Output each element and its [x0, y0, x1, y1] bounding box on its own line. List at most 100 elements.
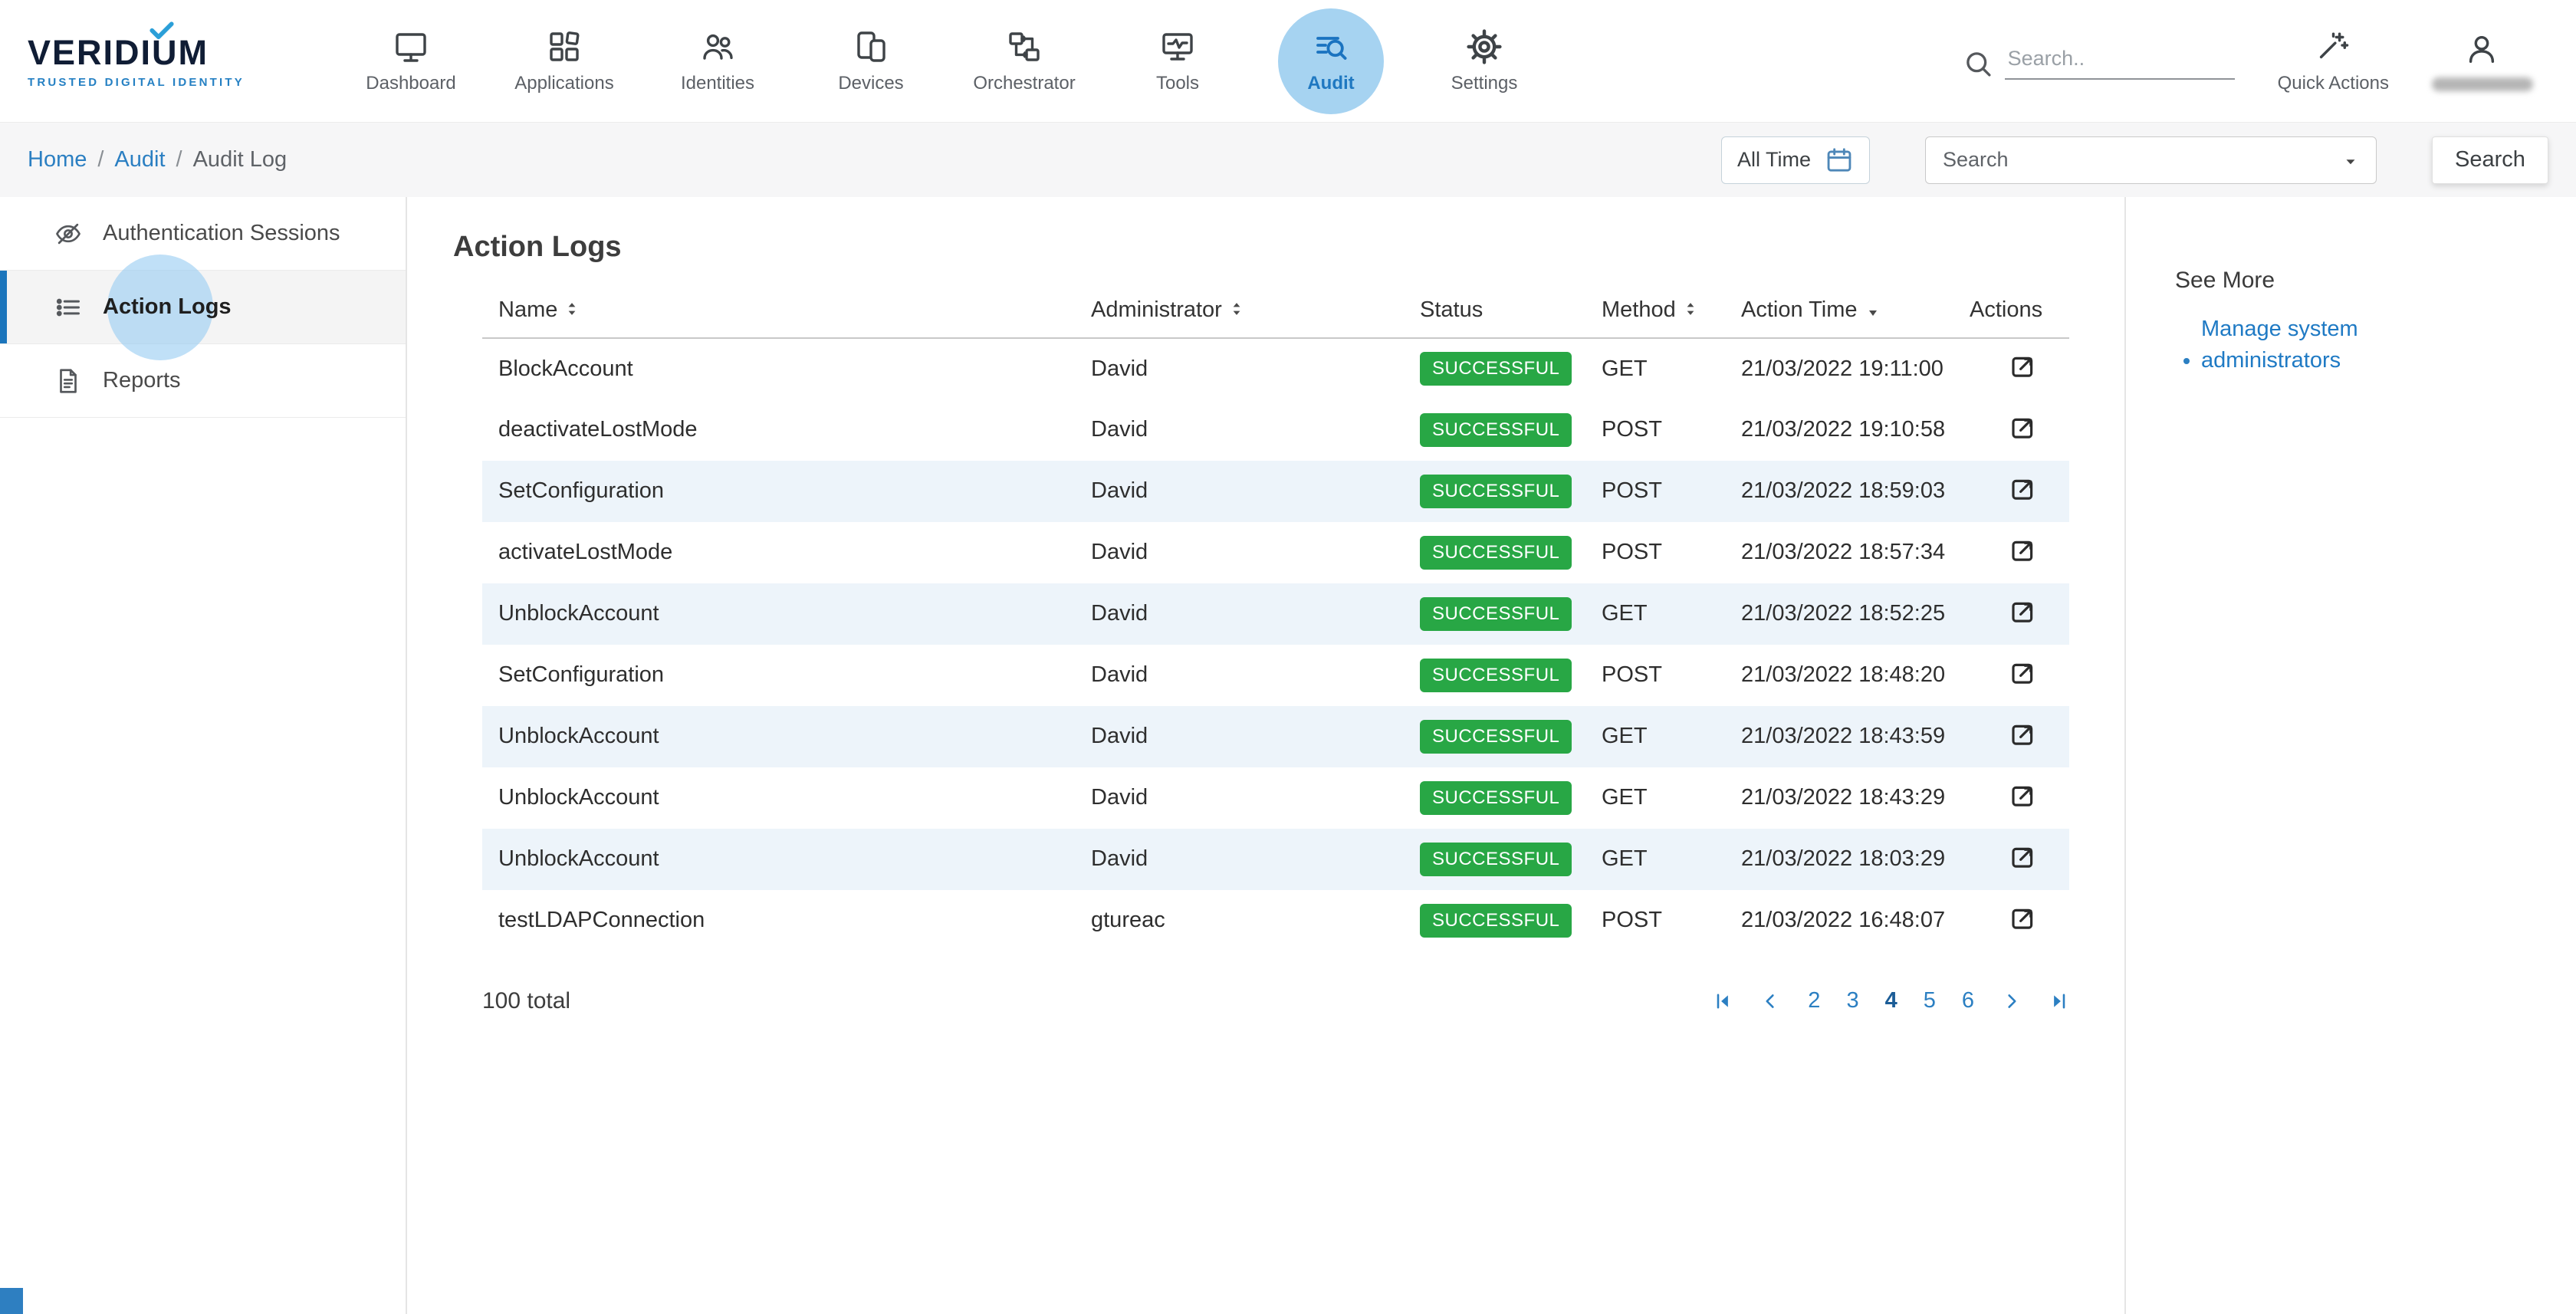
- cell-administrator: David: [1075, 829, 1404, 890]
- open-log-details-icon[interactable]: [2008, 350, 2040, 382]
- cell-status: SUCCESSFUL: [1404, 890, 1585, 951]
- action-logs-table: Name Administrator Status Method Action …: [482, 285, 2069, 951]
- top-right-cluster: Quick Actions: [1962, 28, 2548, 94]
- nav-item-settings[interactable]: Settings: [1408, 0, 1561, 123]
- page-link[interactable]: 2: [1808, 988, 1820, 1013]
- nav-item-audit[interactable]: Audit: [1254, 0, 1408, 123]
- cell-action-time: 21/03/2022 18:48:20: [1725, 645, 1953, 706]
- cell-action-time: 21/03/2022 16:48:07: [1725, 890, 1953, 951]
- open-log-details-icon[interactable]: [2008, 595, 2040, 627]
- status-badge: SUCCESSFUL: [1420, 413, 1572, 447]
- open-log-details-icon[interactable]: [2008, 656, 2040, 688]
- cell-status: SUCCESSFUL: [1404, 645, 1585, 706]
- sort-both-icon: [567, 298, 577, 324]
- cell-action-time: 21/03/2022 19:10:58: [1725, 399, 1953, 461]
- nav-item-dashboard[interactable]: Dashboard: [334, 0, 488, 123]
- nav-item-devices[interactable]: Devices: [794, 0, 948, 123]
- search-icon[interactable]: [1962, 48, 1994, 80]
- breadcrumb-home[interactable]: Home: [28, 147, 87, 172]
- first-page-button[interactable]: [1713, 990, 1734, 1012]
- user-menu[interactable]: [2432, 31, 2533, 91]
- sort-both-icon: [1685, 298, 1696, 324]
- column-header-name[interactable]: Name: [482, 285, 1075, 338]
- page-link-current[interactable]: 4: [1885, 988, 1898, 1013]
- cell-action-time: 21/03/2022 18:52:25: [1725, 583, 1953, 645]
- cell-administrator: gtureac: [1075, 890, 1404, 951]
- status-badge: SUCCESSFUL: [1420, 781, 1572, 815]
- search-button[interactable]: Search: [2432, 136, 2548, 184]
- nav-item-applications[interactable]: Applications: [488, 0, 641, 123]
- global-search-input[interactable]: [2005, 42, 2235, 80]
- sidebar-item-label: Authentication Sessions: [103, 221, 340, 246]
- open-log-details-icon[interactable]: [2008, 411, 2040, 443]
- brand-logo[interactable]: VERIDIUM TRUSTED DIGITAL IDENTITY: [28, 33, 258, 89]
- status-badge: SUCCESSFUL: [1420, 597, 1572, 631]
- sidebar-item-authentication-sessions[interactable]: Authentication Sessions: [0, 197, 406, 271]
- cell-administrator: David: [1075, 399, 1404, 461]
- last-page-button[interactable]: [2048, 990, 2069, 1012]
- status-badge: SUCCESSFUL: [1420, 843, 1572, 876]
- cell-method: POST: [1585, 522, 1725, 583]
- nav-item-identities[interactable]: Identities: [641, 0, 794, 123]
- column-header-administrator[interactable]: Administrator: [1075, 285, 1404, 338]
- nav-item-orchestrator[interactable]: Orchestrator: [948, 0, 1101, 123]
- cell-status: SUCCESSFUL: [1404, 338, 1585, 399]
- cell-administrator: David: [1075, 645, 1404, 706]
- identities-icon: [699, 28, 736, 65]
- sidebar-item-action-logs[interactable]: Action Logs: [0, 271, 406, 344]
- column-header-method[interactable]: Method: [1585, 285, 1725, 338]
- total-count: 100 total: [482, 988, 570, 1014]
- cell-status: SUCCESSFUL: [1404, 583, 1585, 645]
- manage-system-administrators-link[interactable]: Manage system administrators: [2201, 314, 2400, 376]
- cell-method: POST: [1585, 645, 1725, 706]
- filter-controls: All Time Search Search: [1721, 136, 2548, 184]
- cell-actions: [1953, 829, 2069, 890]
- sidebar-item-reports[interactable]: Reports: [0, 344, 406, 418]
- user-name-redacted: [2432, 77, 2533, 91]
- column-header-status[interactable]: Status: [1404, 285, 1585, 338]
- page-title: Action Logs: [453, 231, 2124, 264]
- breadcrumb-bar: Home / Audit / Audit Log All Time Search…: [0, 123, 2576, 197]
- quick-actions-button[interactable]: Quick Actions: [2278, 28, 2389, 94]
- gear-icon: [1466, 28, 1503, 65]
- sort-desc-icon: [1867, 298, 1879, 324]
- open-log-details-icon[interactable]: [2008, 779, 2040, 811]
- cell-administrator: David: [1075, 522, 1404, 583]
- time-range-button[interactable]: All Time: [1721, 136, 1870, 184]
- open-log-details-icon[interactable]: [2008, 840, 2040, 872]
- open-log-details-icon[interactable]: [2008, 472, 2040, 504]
- sidebar-corner-accent: [0, 1288, 23, 1314]
- cell-actions: [1953, 399, 2069, 461]
- table-row: testLDAPConnection gtureac SUCCESSFUL PO…: [482, 890, 2069, 951]
- user-avatar-icon: [2464, 31, 2501, 68]
- prev-page-button[interactable]: [1760, 990, 1782, 1012]
- devices-icon: [853, 28, 889, 65]
- open-log-details-icon[interactable]: [2008, 902, 2040, 934]
- cell-method: POST: [1585, 399, 1725, 461]
- column-header-action-time[interactable]: Action Time: [1725, 285, 1953, 338]
- cell-name: deactivateLostMode: [482, 399, 1075, 461]
- nav-item-tools[interactable]: Tools: [1101, 0, 1254, 123]
- cell-action-time: 21/03/2022 19:11:00: [1725, 338, 1953, 399]
- cell-method: POST: [1585, 461, 1725, 522]
- breadcrumb: Home / Audit / Audit Log: [28, 147, 287, 172]
- status-badge: SUCCESSFUL: [1420, 475, 1572, 508]
- cell-status: SUCCESSFUL: [1404, 522, 1585, 583]
- search-filter-dropdown[interactable]: Search: [1925, 136, 2377, 184]
- breadcrumb-audit[interactable]: Audit: [114, 147, 165, 172]
- cell-name: BlockAccount: [482, 338, 1075, 399]
- next-page-button[interactable]: [2000, 990, 2022, 1012]
- page-link[interactable]: 5: [1924, 988, 1936, 1013]
- open-log-details-icon[interactable]: [2008, 718, 2040, 750]
- cell-status: SUCCESSFUL: [1404, 399, 1585, 461]
- status-badge: SUCCESSFUL: [1420, 536, 1572, 570]
- open-log-details-icon[interactable]: [2008, 534, 2040, 566]
- cell-status: SUCCESSFUL: [1404, 767, 1585, 829]
- table-row: UnblockAccount David SUCCESSFUL GET 21/0…: [482, 583, 2069, 645]
- eye-off-icon: [54, 219, 83, 248]
- page-link[interactable]: 3: [1846, 988, 1858, 1013]
- page-link[interactable]: 6: [1962, 988, 1974, 1013]
- cell-method: GET: [1585, 829, 1725, 890]
- status-badge: SUCCESSFUL: [1420, 352, 1572, 386]
- cell-administrator: David: [1075, 338, 1404, 399]
